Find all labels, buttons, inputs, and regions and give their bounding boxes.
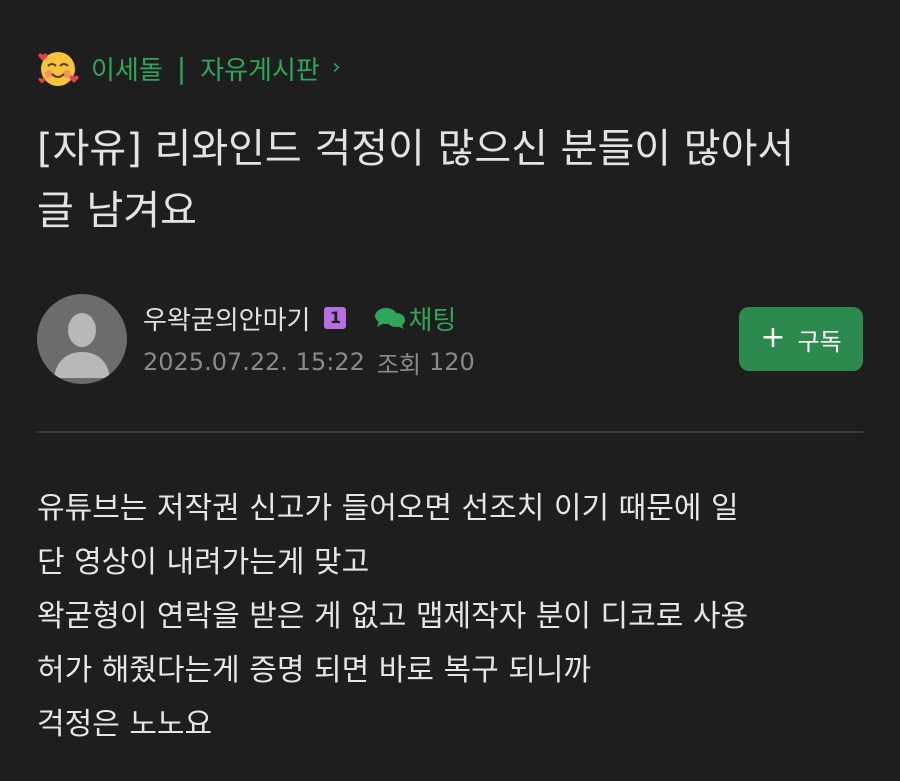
smiling-face-with-hearts-icon bbox=[37, 47, 79, 89]
post-date: 2025.07.22. 15:22 bbox=[143, 348, 365, 376]
subscribe-button[interactable]: + 구독 bbox=[739, 307, 863, 371]
breadcrumb-board-link[interactable]: 자유게시판 bbox=[200, 50, 320, 87]
views-label: 조회 bbox=[376, 350, 422, 379]
divider bbox=[37, 431, 863, 433]
subscribe-label: 구독 bbox=[797, 327, 842, 356]
post-title: [자유] 리와인드 걱정이 많으신 분들이 많아서 글 남겨요 bbox=[37, 126, 795, 234]
level-badge: 1 bbox=[324, 307, 347, 329]
avatar[interactable] bbox=[37, 294, 127, 384]
default-user-icon bbox=[54, 313, 110, 378]
author-info: 우왁굳의안마기 1 채팅 2025.07.22. 15:22 조회 120 + … bbox=[37, 292, 863, 386]
body-line: 유튜브는 저작권 신고가 들어오면 선조치 이기 때문에 일 bbox=[37, 491, 739, 526]
post-meta: 2025.07.22. 15:22 조회 120 bbox=[143, 344, 475, 380]
chevron-right-icon[interactable]: › bbox=[332, 55, 341, 80]
author-name-line: 우왁굳의안마기 1 채팅 bbox=[143, 298, 456, 338]
body-line: 걱정은 노노요 bbox=[37, 707, 213, 742]
body-line: 허가 해줬다는게 증명 되면 바로 복구 되니까 bbox=[37, 653, 592, 688]
breadcrumb-user-link[interactable]: 이세돌 bbox=[91, 50, 163, 87]
author-name[interactable]: 우왁굳의안마기 bbox=[143, 300, 310, 337]
views-count: 120 bbox=[429, 348, 475, 376]
post-page: 이세돌 | 자유게시판 › [자유] 리와인드 걱정이 많으신 분들이 많아서 … bbox=[0, 0, 900, 781]
plus-icon: + bbox=[760, 320, 786, 355]
chat-button[interactable]: 채팅 bbox=[374, 300, 456, 337]
body-line: 왁굳형이 연락을 받은 게 없고 맵제작자 분이 디코로 사용 bbox=[37, 599, 749, 634]
body-line: 단 영상이 내려가는게 맞고 bbox=[37, 545, 370, 580]
breadcrumb-separator: | bbox=[176, 51, 187, 85]
chat-label: 채팅 bbox=[408, 305, 457, 336]
chat-bubbles-icon bbox=[375, 308, 406, 329]
breadcrumb: 이세돌 | 자유게시판 › bbox=[37, 42, 341, 94]
post-body: 유튜브는 저작권 신고가 들어오면 선조치 이기 때문에 일 단 영상이 내려가… bbox=[37, 482, 863, 752]
